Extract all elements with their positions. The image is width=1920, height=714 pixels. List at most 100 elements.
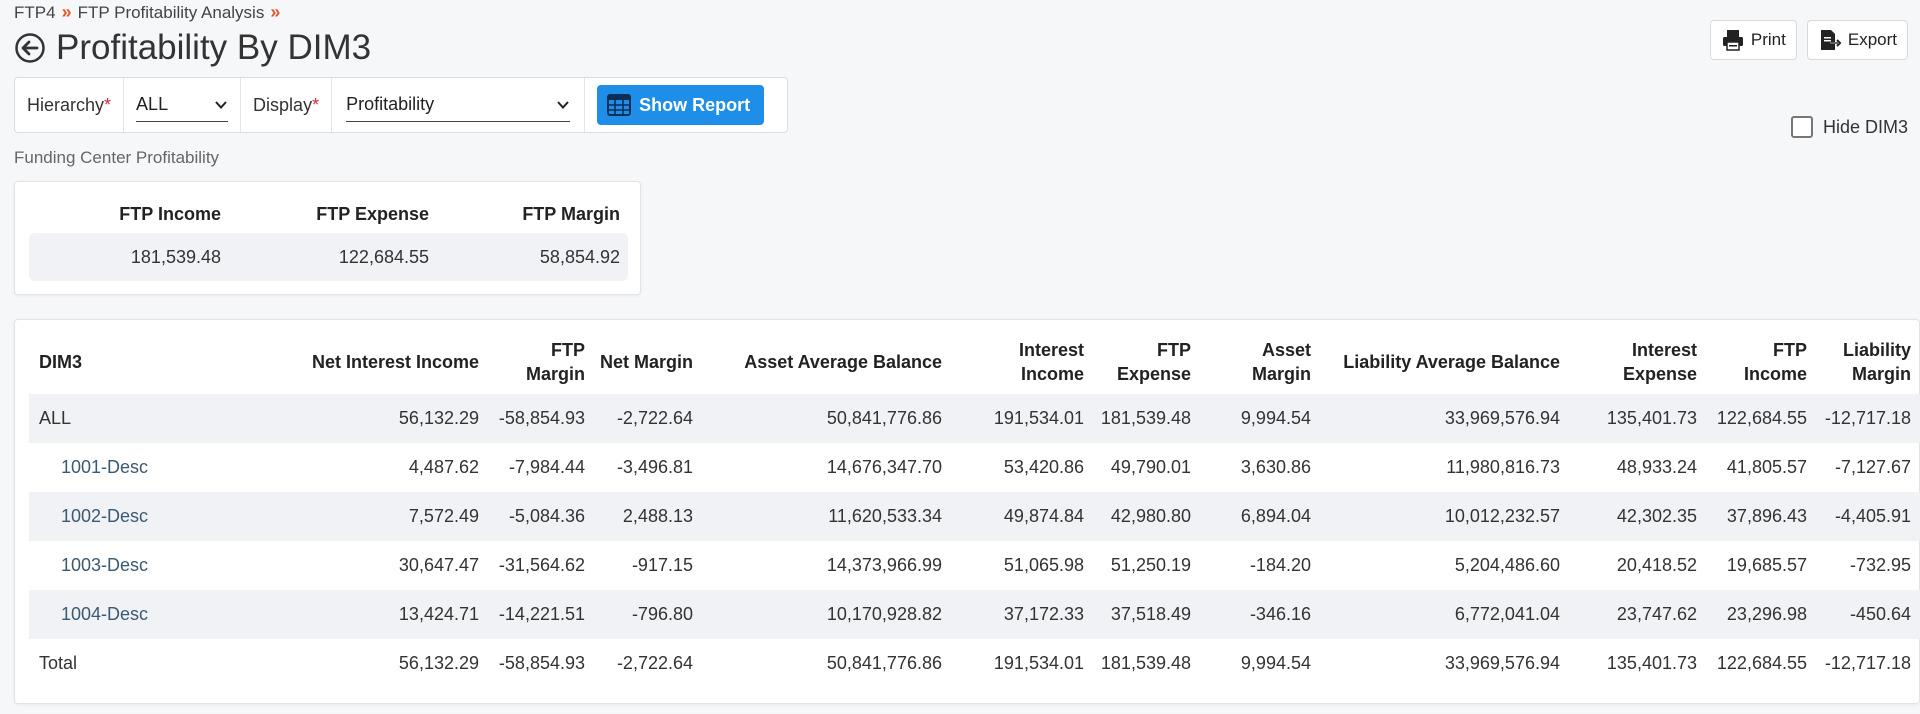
table-cell: 53,420.86	[1003, 457, 1084, 477]
back-arrow-icon[interactable]	[14, 32, 46, 64]
printer-icon	[1722, 30, 1743, 51]
table-header: DIM3 Net Interest Income FTP Margin Net Mar…	[29, 330, 1920, 394]
table-cell: 135,401.73	[1606, 653, 1697, 673]
table-row: 1001-Desc 4,487.62 -7,984.44 -3,496.81 14,67…	[29, 443, 1920, 492]
table-cell: 181,539.48	[1100, 408, 1191, 428]
dim3-link[interactable]: 1004-Desc	[29, 590, 229, 639]
dim3-link[interactable]: 1001-Desc	[29, 443, 229, 492]
table-cell: -12,717.18	[1824, 653, 1911, 673]
table-row: 1003-Desc 30,647.47 -31,564.62 -917.15 14,37…	[29, 541, 1920, 590]
table-cell: 49,874.84	[1003, 506, 1084, 526]
table-row: 1002-Desc 7,572.49 -5,084.36 2,488.13 11,620…	[29, 492, 1920, 541]
table-body: ALL 56,132.29 -58,854.93 -2,722.64 50,841,77…	[29, 394, 1920, 688]
breadcrumb-item-analysis[interactable]: FTP Profitability Analysis	[78, 3, 265, 23]
table-cell: 50,841,776.86	[826, 653, 942, 673]
row-label: ALL	[39, 408, 72, 428]
summary-header-cell: FTP Expense	[316, 203, 429, 224]
column-header: Interest Expense	[1622, 340, 1697, 384]
print-label: Print	[1750, 30, 1786, 49]
table-cell: 9,994.54	[1240, 653, 1311, 673]
table-cell: 49,790.01	[1110, 457, 1191, 477]
table-cell: 42,302.35	[1616, 506, 1697, 526]
table-row: 1004-Desc 13,424.71 -14,221.51 -796.80 10,17…	[29, 590, 1920, 639]
table-cell: -3,496.81	[616, 457, 693, 477]
table-cell: 19,685.57	[1726, 555, 1807, 575]
hide-dim3-toggle[interactable]: Hide DIM3	[1790, 116, 1908, 138]
table-cell: 191,534.01	[993, 408, 1084, 428]
hide-dim3-checkbox[interactable]	[1790, 116, 1813, 138]
filter-bar: Hierarchy * ALL Display * Profitability Sh…	[14, 77, 788, 133]
display-select-wrap: Profitability	[332, 78, 586, 132]
table-cell: -31,564.62	[498, 555, 585, 575]
table-cell: -796.80	[631, 604, 693, 624]
export-button[interactable]: Export	[1806, 20, 1908, 60]
column-header: Net Margin	[599, 352, 693, 372]
summary-header-cell: FTP Income	[119, 203, 221, 224]
print-button[interactable]: Print	[1709, 20, 1797, 60]
table-cell: 51,065.98	[1003, 555, 1084, 575]
table-row: Total 56,132.29 -58,854.93 -2,722.64 50,841,…	[29, 639, 1920, 688]
dim3-link[interactable]: 1002-Desc	[29, 492, 229, 541]
hierarchy-select[interactable]: ALL	[136, 88, 229, 122]
summary-value: 181,539.48	[130, 246, 221, 267]
funding-center-label: Funding Center Profitability	[14, 148, 220, 167]
table-cell: 41,805.57	[1726, 457, 1807, 477]
breadcrumb: FTP4 » FTP Profitability Analysis »	[14, 2, 280, 23]
top-actions: Print Export	[1709, 20, 1908, 60]
table-cell: 191,534.01	[993, 653, 1084, 673]
column-header: Liability Average Balance	[1343, 352, 1560, 372]
column-header: FTP Income	[1743, 340, 1807, 384]
table-cell: 122,684.55	[1716, 653, 1807, 673]
chevron-down-icon	[215, 100, 227, 109]
table-cell: 6,772,041.04	[1454, 604, 1560, 624]
column-header: Asset Average Balance	[744, 352, 942, 372]
table-cell: 122,684.55	[1716, 408, 1807, 428]
display-select[interactable]: Profitability	[346, 88, 571, 122]
summary-row: 181,539.48 122,684.55 58,854.92	[29, 233, 628, 281]
table-cell: 14,676,347.70	[826, 457, 942, 477]
breadcrumb-separator: »	[270, 2, 281, 22]
table-cell: 10,170,928.82	[826, 604, 942, 624]
table-cell: 33,969,576.94	[1444, 653, 1560, 673]
table-cell: -184.20	[1249, 555, 1311, 575]
table-cell: 48,933.24	[1616, 457, 1697, 477]
table-row: ALL 56,132.29 -58,854.93 -2,722.64 50,841,77…	[29, 394, 1920, 443]
table-cell: -7,984.44	[508, 457, 585, 477]
display-label: Display *	[241, 78, 333, 132]
table-cell: -14,221.51	[498, 604, 585, 624]
hierarchy-value: ALL	[136, 94, 169, 114]
table-cell: -58,854.93	[498, 408, 585, 428]
table-cell: 4,487.62	[408, 457, 479, 477]
table-cell: 42,980.80	[1110, 506, 1191, 526]
dim3-link[interactable]: 1003-Desc	[29, 541, 229, 590]
table-cell: -2,722.64	[616, 408, 693, 428]
table-cell: 37,172.33	[1003, 604, 1084, 624]
table-cell: 23,747.62	[1616, 604, 1697, 624]
table-cell: 11,620,533.34	[828, 506, 942, 526]
table-cell: 5,204,486.60	[1454, 555, 1560, 575]
table-cell: 181,539.48	[1100, 653, 1191, 673]
show-report-label: Show Report	[639, 94, 751, 115]
table-cell: 10,012,232.57	[1444, 506, 1560, 526]
table-cell: 23,296.98	[1726, 604, 1807, 624]
table-cell: 33,969,576.94	[1444, 408, 1560, 428]
table-cell: 56,132.29	[398, 653, 479, 673]
table-cell: -58,854.93	[498, 653, 585, 673]
display-value: Profitability	[346, 94, 435, 114]
profitability-table: DIM3 Net Interest Income FTP Margin Net Mar…	[29, 330, 1920, 688]
show-report-button[interactable]: Show Report	[597, 85, 765, 125]
table-cell: -917.15	[631, 555, 693, 575]
breadcrumb-item-ftp4[interactable]: FTP4	[14, 3, 56, 23]
column-header: FTP Expense	[1116, 340, 1191, 384]
table-cell: 3,630.86	[1240, 457, 1311, 477]
hide-dim3-label: Hide DIM3	[1822, 116, 1908, 137]
table-cell: -732.95	[1849, 555, 1911, 575]
table-cell: 11,980,816.73	[1446, 457, 1560, 477]
summary-value: 122,684.55	[338, 246, 429, 267]
row-label: Total	[39, 653, 78, 673]
column-header: FTP Margin	[525, 340, 585, 384]
funding-center-card: FTP Income FTP Expense FTP Margin 181,53…	[14, 181, 641, 295]
table-cell: -5,084.36	[508, 506, 585, 526]
show-report-wrap: Show Report	[585, 78, 776, 132]
column-header: Asset Margin	[1251, 340, 1311, 384]
